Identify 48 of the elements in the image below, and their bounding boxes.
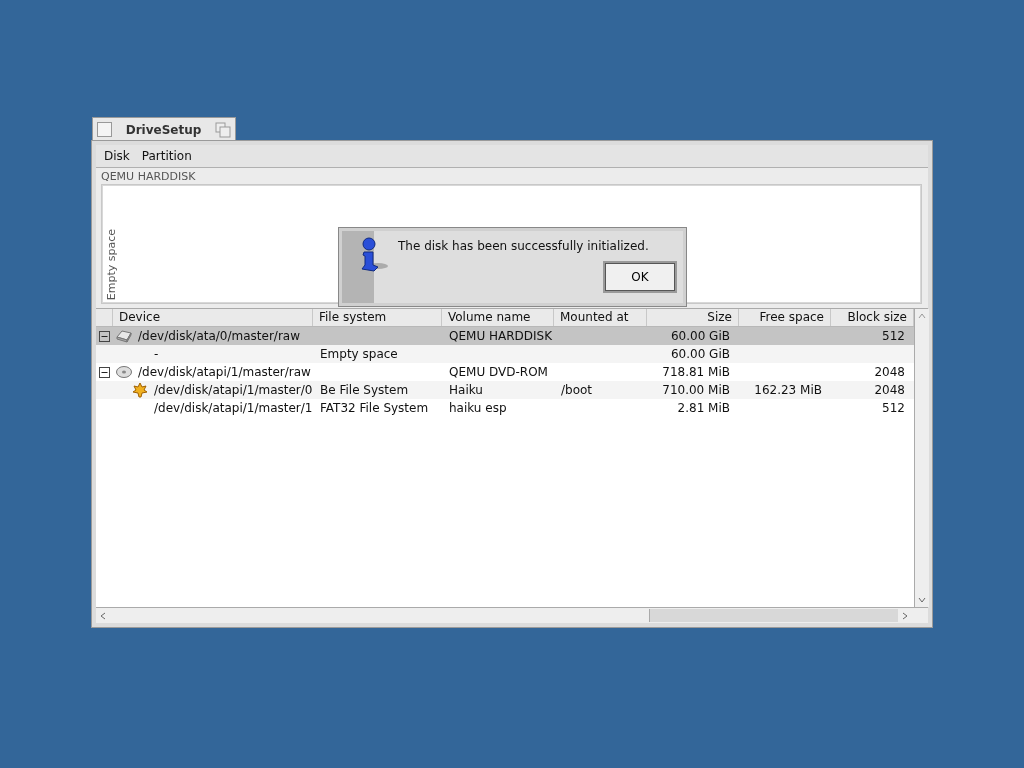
disc-icon (116, 366, 132, 378)
table-cell: Haiku (449, 383, 483, 397)
table-cell: 512 (882, 401, 905, 415)
collapse-icon[interactable] (99, 366, 110, 378)
table-cell: FAT32 File System (320, 401, 429, 415)
table-row[interactable]: /dev/disk/ata/0/master/raw QEMU HARDDISK 60.00 GiB 512 (96, 327, 914, 345)
menu-item[interactable]: Partition (137, 149, 200, 163)
table-cell: 60.00 GiB (670, 329, 730, 343)
column-header[interactable]: File system (313, 309, 442, 326)
table-cell: Empty space (320, 347, 398, 361)
table-cell: 2048 (874, 383, 905, 397)
table-cell: /dev/disk/atapi/1/master/1 (154, 401, 313, 415)
segment-label: Empty space (105, 228, 118, 300)
table-cell: 60.00 GiB (670, 347, 730, 361)
disk-label: QEMU HARDDISK (101, 170, 197, 184)
table-cell: 710.00 MiB (662, 383, 730, 397)
column-header[interactable]: Volume name (442, 309, 554, 326)
column-header[interactable]: Device (113, 309, 313, 326)
column-header[interactable]: Size (647, 309, 739, 326)
table-cell: 2.81 MiB (677, 401, 730, 415)
menu-item[interactable]: Disk (100, 149, 138, 163)
table-cell: 162.23 MiB (754, 383, 822, 397)
table-cell: /dev/disk/atapi/1/master/0 (154, 383, 313, 397)
table-cell: 718.81 MiB (662, 365, 730, 379)
table-cell: QEMU HARDDISK (449, 329, 553, 343)
close-button[interactable] (97, 122, 112, 137)
ok-button[interactable]: OK (605, 263, 675, 291)
table-cell: /dev/disk/atapi/1/master/raw (138, 365, 311, 379)
horizontal-scrollbar[interactable] (96, 607, 928, 623)
table-cell: /dev/disk/ata/0/master/raw (138, 329, 300, 343)
table-cell: - (154, 347, 159, 361)
table-row[interactable]: /dev/disk/atapi/1/master/0 Be File System Haiku /boot 710.00 MiB 162.23 MiB 2048 (96, 381, 914, 399)
leaf-icon (132, 382, 148, 398)
zoom-button[interactable] (215, 121, 231, 138)
table-cell: 2048 (874, 365, 905, 379)
vertical-scrollbar[interactable] (914, 309, 929, 607)
table-cell: 512 (882, 329, 905, 343)
window-title: DriveSetup (124, 122, 203, 137)
collapse-icon[interactable] (99, 330, 110, 342)
scroll-thumb[interactable] (649, 609, 898, 622)
dialog-message: The disk has been successfully initialized. (398, 239, 650, 253)
table-cell: Be File System (320, 383, 409, 397)
table-cell: haiku esp (449, 401, 507, 415)
column-header[interactable]: Free space (739, 309, 831, 326)
table-cell: QEMU DVD-ROM (449, 365, 548, 379)
column-header[interactable]: Mounted at (554, 309, 647, 326)
table-row[interactable]: - Empty space 60.00 GiB (96, 345, 914, 363)
table-cell: /boot (561, 383, 593, 397)
